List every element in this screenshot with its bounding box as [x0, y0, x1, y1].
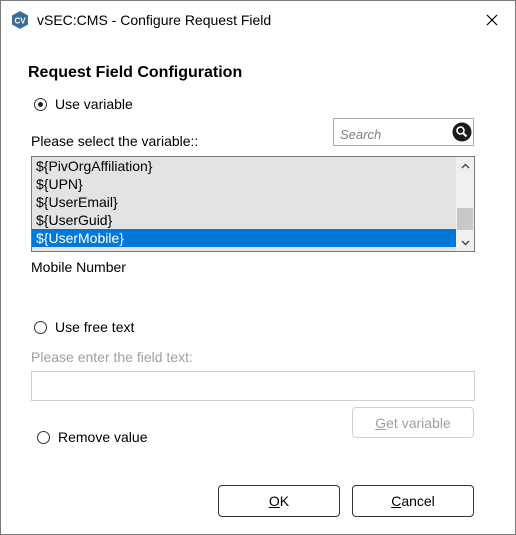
title-bar[interactable]: CV vSEC:CMS - Configure Request Field — [1, 1, 515, 39]
cancel-label: ancel — [401, 493, 435, 509]
close-button[interactable] — [469, 1, 515, 39]
app-logo-icon: CV — [12, 11, 28, 29]
use-free-text-label: Use free text — [55, 319, 135, 335]
get-variable-label: et variable — [386, 414, 451, 431]
list-scrollbar[interactable] — [456, 157, 474, 251]
remove-value-label: Remove value — [58, 429, 148, 445]
use-free-text-radio[interactable]: Use free text — [34, 319, 134, 335]
search-box[interactable] — [333, 118, 474, 146]
free-text-prompt: Please enter the field text: — [31, 349, 193, 365]
use-free-text-radio-button[interactable] — [34, 320, 47, 334]
list-item-selected[interactable]: ${UserMobile} — [32, 229, 460, 247]
ok-mnemonic: O — [268, 493, 280, 509]
variable-description: Mobile Number — [31, 259, 126, 275]
cancel-mnemonic: C — [391, 493, 402, 509]
get-variable-mnemonic: G — [375, 414, 387, 431]
configure-request-field-dialog: CV vSEC:CMS - Configure Request Field Re… — [0, 0, 516, 535]
ok-button[interactable]: OK — [218, 485, 340, 517]
scroll-down-button[interactable] — [456, 234, 474, 251]
ok-label: K — [279, 493, 290, 509]
list-item[interactable]: ${UPN} — [32, 175, 460, 193]
close-icon — [486, 14, 498, 26]
chevron-up-icon — [461, 163, 469, 168]
get-variable-button[interactable]: Get variable — [352, 407, 474, 438]
search-icon[interactable] — [452, 122, 472, 142]
cancel-button[interactable]: Cancel — [352, 485, 474, 517]
use-variable-radio[interactable]: Use variable — [34, 96, 133, 112]
list-item[interactable]: ${PivOrgAffiliation} — [32, 157, 460, 175]
variable-list[interactable]: ${PivOrgAffiliation} ${UPN} ${UserEmail}… — [31, 156, 475, 252]
section-title: Request Field Configuration — [28, 64, 243, 81]
app-logo-letters: CV — [14, 17, 26, 26]
use-variable-label: Use variable — [55, 96, 133, 112]
variable-prompt: Please select the variable:: — [31, 133, 199, 149]
scroll-up-button[interactable] — [456, 157, 474, 174]
list-item[interactable]: ${UserGuid} — [32, 211, 460, 229]
search-input[interactable] — [338, 124, 450, 144]
remove-value-radio-button[interactable] — [37, 430, 50, 444]
use-variable-radio-button[interactable] — [34, 97, 47, 111]
free-text-field[interactable] — [31, 371, 475, 401]
window-title: vSEC:CMS - Configure Request Field — [37, 12, 272, 28]
chevron-down-icon — [461, 240, 469, 245]
list-item[interactable]: ${UserEmail} — [32, 193, 460, 211]
scroll-thumb[interactable] — [457, 208, 473, 230]
remove-value-radio[interactable]: Remove value — [37, 429, 148, 445]
